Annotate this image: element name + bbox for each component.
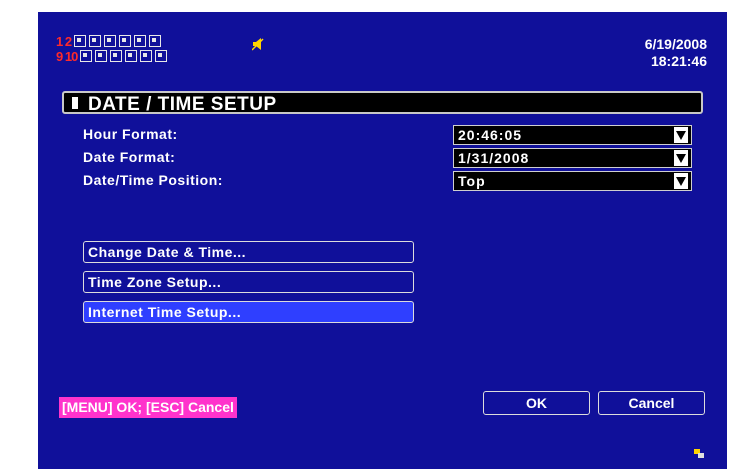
date-format-value: 1/31/2008 [458,150,530,166]
time-zone-setup-button[interactable]: Time Zone Setup... [83,271,414,293]
date-format-dropdown[interactable]: 1/31/2008 [453,148,692,168]
channel-14-indicator [125,50,138,62]
datetime-position-dropdown[interactable]: Top [453,171,692,191]
dropdown-arrow-icon[interactable] [674,127,688,143]
datetime-position-label: Date/Time Position: [83,172,223,188]
dropdown-arrow-icon[interactable] [674,173,688,189]
internet-time-setup-button[interactable]: Internet Time Setup... [83,301,414,323]
channel-6-indicator [119,35,132,47]
speaker-alert-icon [251,37,264,54]
hour-format-value: 20:46:05 [458,127,523,143]
key-hint: [MENU] OK; [ESC] Cancel [59,397,237,418]
hour-format-dropdown[interactable]: 20:46:05 [453,125,692,145]
cancel-button[interactable]: Cancel [598,391,705,415]
channel-4-indicator [89,35,102,47]
date-display: 6/19/2008 [644,36,707,52]
channel-numbers-2: 9 10 [56,48,78,64]
channel-3-indicator [74,35,87,47]
dialog-title: DATE / TIME SETUP [62,91,703,115]
channel-numbers-1: 1 2 [56,33,72,49]
date-format-label: Date Format: [83,149,176,165]
channel-15-indicator [140,50,153,62]
channel-row-2: 9 10 [56,48,170,64]
channel-7-indicator [134,35,147,47]
dvr-screen: 1 2 9 10 6/19/2008 18:21:46 DATE / TIME … [38,12,727,469]
hour-format-label: Hour Format: [83,126,178,142]
channel-13-indicator [110,50,123,62]
channel-11-indicator [80,50,93,62]
change-date-time-button[interactable]: Change Date & Time... [83,241,414,263]
datetime-position-value: Top [458,173,486,189]
ok-button[interactable]: OK [483,391,590,415]
channel-row-1: 1 2 [56,33,170,49]
network-status-icon [694,449,704,458]
channel-16-indicator [155,50,168,62]
dropdown-arrow-icon[interactable] [674,150,688,166]
datetime-display: 6/19/2008 18:21:46 [645,36,707,70]
channel-status: 1 2 9 10 [56,34,170,64]
channel-5-indicator [104,35,117,47]
channel-12-indicator [95,50,108,62]
channel-8-indicator [149,35,162,47]
time-display: 18:21:46 [650,53,707,69]
